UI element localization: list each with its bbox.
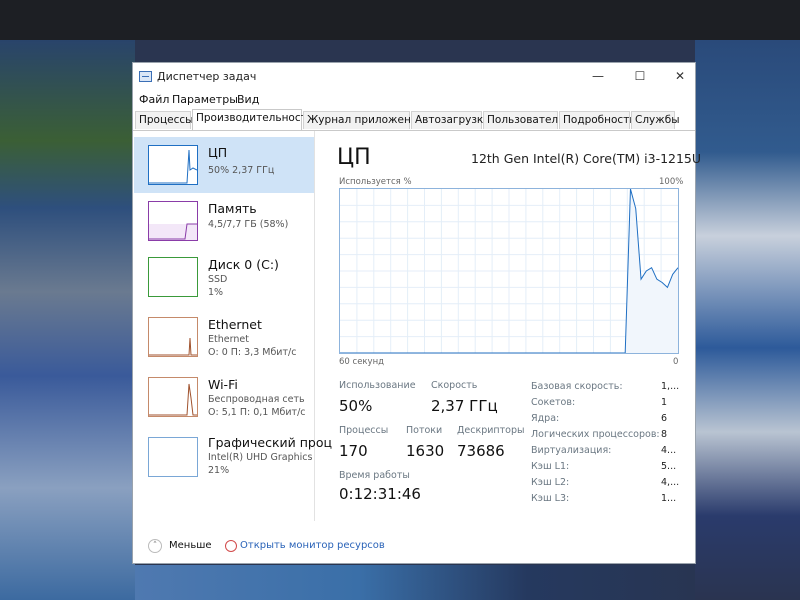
sidebar-item-disk[interactable]: Диск 0 (C:) SSD 1% bbox=[134, 249, 314, 305]
spec-value-l2: 4,... bbox=[661, 477, 680, 488]
handles-value: 73686 bbox=[457, 442, 505, 460]
gpu-thumbnail bbox=[148, 437, 198, 477]
tab-users[interactable]: Пользователи bbox=[483, 111, 565, 129]
tab-details[interactable]: Подробности bbox=[559, 111, 636, 129]
sidebar-sub-wifi-type: Беспроводная сеть bbox=[208, 394, 305, 405]
spec-value-logical: 8 bbox=[661, 429, 668, 440]
cpu-detail-panel: ЦП 12th Gen Intel(R) Core(TM) i3-1215U И… bbox=[323, 135, 701, 520]
threads-label: Потоки bbox=[406, 425, 443, 436]
sidebar-label-gpu: Графический проц bbox=[208, 435, 333, 450]
open-resource-monitor-link[interactable]: Открыть монитор ресурсов bbox=[240, 540, 385, 551]
spec-label-cores: Ядра: bbox=[531, 413, 560, 424]
cpu-model-name: 12th Gen Intel(R) Core(TM) i3-1215U bbox=[471, 151, 702, 166]
sidebar-sub-ethernet-rate: О: 0 П: 3,3 Мбит/с bbox=[208, 347, 297, 358]
fewer-details-link[interactable]: Меньше bbox=[169, 540, 212, 551]
window-title: Диспетчер задач bbox=[157, 70, 257, 83]
handles-label: Дескрипторы bbox=[457, 425, 525, 436]
sidebar-label-cpu: ЦП bbox=[208, 145, 228, 160]
tab-startup[interactable]: Автозагрузка bbox=[411, 111, 490, 129]
wallpaper-right bbox=[695, 40, 800, 600]
chevron-up-icon[interactable]: ˄ bbox=[148, 539, 162, 553]
sidebar-sub-disk-usage: 1% bbox=[208, 287, 224, 298]
spec-label-l3: Кэш L3: bbox=[531, 493, 570, 504]
speed-label: Скорость bbox=[431, 380, 478, 391]
cpu-usage-graph bbox=[339, 188, 679, 354]
usage-label: Использование bbox=[339, 380, 416, 391]
sidebar-sub-memory: 4,5/7,7 ГБ (58%) bbox=[208, 219, 289, 230]
spec-label-l1: Кэш L1: bbox=[531, 461, 570, 472]
resource-monitor-icon[interactable] bbox=[225, 540, 237, 552]
tab-performance[interactable]: Производительность bbox=[192, 109, 313, 130]
sidebar-sub-gpu-model: Intel(R) UHD Graphics bbox=[208, 452, 313, 463]
uptime-label: Время работы bbox=[339, 470, 410, 481]
sidebar-sub-cpu: 50% 2,37 ГГц bbox=[208, 165, 275, 176]
graph-y-label: Используется % bbox=[339, 177, 412, 187]
ethernet-thumbnail bbox=[148, 317, 198, 357]
spec-label-base-speed: Базовая скорость: bbox=[531, 381, 623, 392]
sidebar-label-ethernet: Ethernet bbox=[208, 317, 262, 332]
spec-value-base-speed: 1,... bbox=[661, 381, 680, 392]
tab-services[interactable]: Службы bbox=[631, 111, 679, 129]
sidebar-item-memory[interactable]: Память 4,5/7,7 ГБ (58%) bbox=[134, 193, 314, 249]
spec-label-logical: Логических процессоров: bbox=[531, 429, 660, 440]
graph-y-max: 100% bbox=[659, 177, 684, 187]
cpu-graph-svg bbox=[340, 188, 679, 354]
wallpaper-bottom bbox=[135, 565, 695, 600]
sidebar-sub-wifi-rate: О: 5,1 П: 0,1 Мбит/с bbox=[208, 407, 306, 418]
minimize-button[interactable]: — bbox=[581, 66, 615, 86]
wallpaper-left bbox=[0, 40, 135, 600]
sidebar-sub-disk-type: SSD bbox=[208, 274, 228, 285]
sidebar-item-ethernet[interactable]: Ethernet Ethernet О: 0 П: 3,3 Мбит/с bbox=[134, 309, 314, 365]
spec-value-l1: 5... bbox=[661, 461, 677, 472]
sidebar-sub-ethernet-type: Ethernet bbox=[208, 334, 249, 345]
sidebar-item-cpu[interactable]: ЦП 50% 2,37 ГГц bbox=[134, 137, 314, 193]
panel-title: ЦП bbox=[337, 145, 371, 170]
uptime-value: 0:12:31:46 bbox=[339, 485, 421, 503]
graph-x-start: 60 секунд bbox=[339, 357, 385, 367]
spec-value-cores: 6 bbox=[661, 413, 668, 424]
sidebar-label-wifi: Wi-Fi bbox=[208, 377, 238, 392]
processes-label: Процессы bbox=[339, 425, 389, 436]
resource-list: ЦП 50% 2,37 ГГц Память 4,5/7,7 ГБ (58%) … bbox=[134, 131, 332, 521]
task-manager-window: Диспетчер задач — ☐ ✕ Файл Параметры Вид… bbox=[132, 62, 701, 564]
spec-value-l3: 1... bbox=[661, 493, 677, 504]
sidebar-label-memory: Память bbox=[208, 201, 257, 216]
sidebar-label-disk: Диск 0 (C:) bbox=[208, 257, 279, 272]
tab-processes[interactable]: Процессы bbox=[135, 111, 193, 129]
sidebar-item-wifi[interactable]: Wi-Fi Беспроводная сеть О: 5,1 П: 0,1 Мб… bbox=[134, 369, 314, 425]
tab-bar: Процессы Производительность Журнал прило… bbox=[133, 109, 695, 131]
title-bar[interactable]: Диспетчер задач — ☐ ✕ bbox=[133, 63, 695, 91]
wifi-thumbnail bbox=[148, 377, 198, 417]
graph-x-end: 0 bbox=[673, 357, 679, 367]
threads-value: 1630 bbox=[406, 442, 445, 460]
maximize-button[interactable]: ☐ bbox=[623, 66, 657, 86]
menu-view[interactable]: Вид bbox=[237, 93, 259, 106]
spec-label-virtualization: Виртуализация: bbox=[531, 445, 612, 456]
spec-value-sockets: 1 bbox=[661, 397, 668, 408]
task-manager-icon bbox=[139, 71, 152, 82]
usage-value: 50% bbox=[339, 397, 373, 415]
disk-thumbnail bbox=[148, 257, 198, 297]
menu-file[interactable]: Файл bbox=[139, 93, 169, 106]
close-button[interactable]: ✕ bbox=[663, 66, 697, 86]
sidebar-item-gpu[interactable]: Графический проц Intel(R) UHD Graphics 2… bbox=[134, 429, 332, 489]
footer-bar: ˄ Меньше Открыть монитор ресурсов bbox=[133, 533, 695, 561]
sidebar-sub-gpu-usage: 21% bbox=[208, 465, 230, 476]
speed-value: 2,37 ГГц bbox=[431, 397, 498, 415]
monitor-bezel bbox=[0, 0, 800, 40]
memory-thumbnail bbox=[148, 201, 198, 241]
spec-label-l2: Кэш L2: bbox=[531, 477, 570, 488]
spec-label-sockets: Сокетов: bbox=[531, 397, 576, 408]
menu-bar: Файл Параметры Вид bbox=[133, 91, 695, 109]
spec-value-virtualization: 4... bbox=[661, 445, 677, 456]
cpu-thumbnail bbox=[148, 145, 198, 185]
menu-options[interactable]: Параметры bbox=[172, 93, 238, 106]
tab-app-history[interactable]: Журнал приложений bbox=[303, 111, 424, 129]
processes-value: 170 bbox=[339, 442, 368, 460]
